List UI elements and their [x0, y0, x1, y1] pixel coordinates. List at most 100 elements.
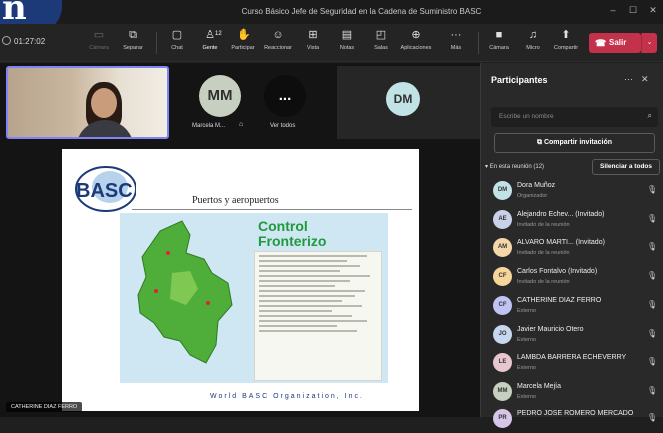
map-marker: [154, 289, 158, 293]
people-button[interactable]: ♙ 12 Gente: [193, 29, 227, 59]
notes-icon: ▤: [341, 29, 353, 41]
meeting-toolbar: 01:27:02 ▭ Cámara ⧉ Separar ▢ Chat ♙ 12 …: [0, 24, 663, 62]
participant-role: Organizador: [517, 193, 548, 199]
slide-divider: [132, 209, 412, 210]
mute-all-button[interactable]: Silenciar a todos: [592, 159, 660, 175]
avatar: PR: [493, 409, 512, 428]
mic-muted-icon: 🎙: [647, 185, 658, 194]
avatar: MM: [493, 382, 512, 401]
mic-muted-icon: 🎙: [647, 357, 658, 366]
title-bar: Curso Básico Jefe de Seguridad en la Cad…: [0, 0, 663, 24]
shield-icon: [2, 36, 11, 45]
participant-role: Externo: [517, 365, 536, 371]
avatar-more[interactable]: ...: [264, 75, 306, 117]
camera-icon: ▭: [93, 29, 105, 41]
close-icon[interactable]: ✕: [646, 5, 660, 17]
map-marker: [166, 251, 170, 255]
phone-icon: ☎: [595, 38, 607, 48]
participant-row[interactable]: DM Dora Muñoz Organizador 🎙: [481, 177, 663, 205]
participant-name: Dora Muñoz: [517, 182, 556, 189]
notes-button[interactable]: ▤ Notas: [330, 29, 364, 59]
participant-row[interactable]: PR PEDRO JOSE ROMERO MERCADO 🎙: [481, 405, 663, 433]
person-face: [91, 88, 117, 118]
minimize-icon[interactable]: –: [606, 5, 620, 17]
participant-role: Externo: [517, 394, 536, 400]
border-control-list: [254, 251, 382, 381]
view-all-label[interactable]: Ver todos: [270, 123, 295, 129]
avatar: DM: [493, 181, 512, 200]
participant-row[interactable]: LE LAMBDA BARRERA ECHEVERRY Externo 🎙: [481, 349, 663, 377]
rooms-icon: ◰: [375, 29, 387, 41]
more-button[interactable]: ··· Más: [439, 29, 473, 59]
presenter-name-chip: CATHERINE DIAZ FERRO: [6, 402, 83, 412]
react-button[interactable]: ☺ Reaccionar: [261, 29, 295, 59]
participant-search-input[interactable]: Escribe un nombre ⌕: [491, 107, 658, 127]
participant-role: Invitado de la reunión: [517, 250, 570, 256]
chat-button[interactable]: ▢ Chat: [160, 29, 194, 59]
popout-button[interactable]: ⧉ Separar: [116, 29, 150, 59]
mic-muted-icon: ⌂: [239, 121, 244, 128]
apps-button[interactable]: ⊕ Aplicaciones: [399, 29, 433, 59]
mic-muted-icon: 🎙: [647, 271, 658, 280]
participant-role: Externo: [517, 308, 536, 314]
avatar: JO: [493, 325, 512, 344]
more-icon[interactable]: ⋯: [624, 74, 641, 84]
share-invite-icon: ⧉: [536, 139, 544, 146]
popout-icon: ⧉: [129, 29, 137, 41]
participant-name: Alejandro Echev... (Invitado): [517, 211, 605, 218]
share-invite-button[interactable]: ⧉ Compartir invitación: [494, 133, 655, 153]
maximize-icon[interactable]: ☐: [626, 5, 640, 17]
participant-name: CATHERINE DIAZ FERRO: [517, 297, 602, 304]
slide-footer: World BASC Organization, Inc.: [210, 393, 364, 400]
participant-row[interactable]: CF Carlos Fontalvo (Invitado) Invitado de …: [481, 263, 663, 291]
leave-button[interactable]: ☎ Salir: [589, 33, 641, 53]
slide-title: Control Fronterizo: [258, 219, 326, 249]
share-icon: ⬆: [561, 29, 571, 41]
mic-muted-icon: 🎙: [647, 214, 658, 223]
participant-role: Externo: [517, 337, 536, 343]
avatar-mm[interactable]: MM: [199, 75, 241, 117]
participant-row[interactable]: AE Alejandro Echev... (Invitado) Invitado …: [481, 206, 663, 234]
rooms-button[interactable]: ◰ Salas: [364, 29, 398, 59]
in-meeting-section-toggle[interactable]: ▾ En esta reunión (12): [485, 163, 544, 170]
participant-role: Invitado de la reunión: [517, 279, 570, 285]
raise-hand-icon: ✋: [237, 29, 251, 41]
participant-label-mm: Marcela M...: [192, 123, 226, 129]
camera-button-disabled[interactable]: ▭ Cámara: [82, 29, 116, 59]
participant-row[interactable]: AM ALVARO MARTI... (Invitado) Invitado de …: [481, 234, 663, 262]
participant-name: LAMBDA BARRERA ECHEVERRY: [517, 354, 627, 361]
leave-options-dropdown[interactable]: ⌄: [641, 33, 657, 53]
participant-row[interactable]: JO Javier Mauricio Otero Externo 🎙: [481, 321, 663, 349]
people-count: 12: [215, 31, 222, 37]
avatar: AE: [493, 210, 512, 229]
divider: [478, 32, 479, 54]
slide-title-line-2: Fronterizo: [258, 233, 327, 249]
colombia-map: [137, 220, 233, 364]
shared-slide: BASC Puertos y aeropuertos Control Front…: [62, 149, 419, 411]
map-marker: [206, 301, 210, 305]
mic-muted-icon: 🎙: [647, 300, 658, 309]
participant-row[interactable]: MM Marcela Mejía Externo 🎙: [481, 378, 663, 406]
avatar-dm: DM: [386, 82, 420, 116]
chevron-down-icon: ⌄: [646, 39, 653, 46]
raise-hand-button[interactable]: ✋ Participar: [226, 29, 260, 59]
participant-name: Javier Mauricio Otero: [517, 326, 584, 333]
panel-actions: ⋯✕: [624, 74, 657, 85]
camera-toggle-button[interactable]: ■ Cámara: [482, 29, 516, 59]
chat-icon: ▢: [171, 29, 183, 41]
participant-name: Carlos Fontalvo (Invitado): [517, 268, 598, 275]
avatar: CF: [493, 296, 512, 315]
mic-toggle-button[interactable]: ♫ Micro: [516, 29, 550, 59]
video-tile-self[interactable]: [6, 66, 169, 139]
apps-icon: ⊕: [411, 29, 421, 41]
mic-muted-icon: 🎙: [647, 242, 658, 251]
panel-title: Participantes: [491, 75, 548, 85]
view-button[interactable]: ⊞ Vista: [296, 29, 330, 59]
slide-title-line-1: Control: [258, 218, 308, 234]
close-icon[interactable]: ✕: [641, 74, 657, 84]
share-button[interactable]: ⬆ Compartir: [549, 29, 583, 59]
mic-muted-icon: 🎙: [647, 329, 658, 338]
participant-row[interactable]: CF CATHERINE DIAZ FERRO Externo 🎙: [481, 292, 663, 320]
participant-name: ALVARO MARTI... (Invitado): [517, 239, 605, 246]
search-icon: ⌕: [647, 111, 652, 120]
